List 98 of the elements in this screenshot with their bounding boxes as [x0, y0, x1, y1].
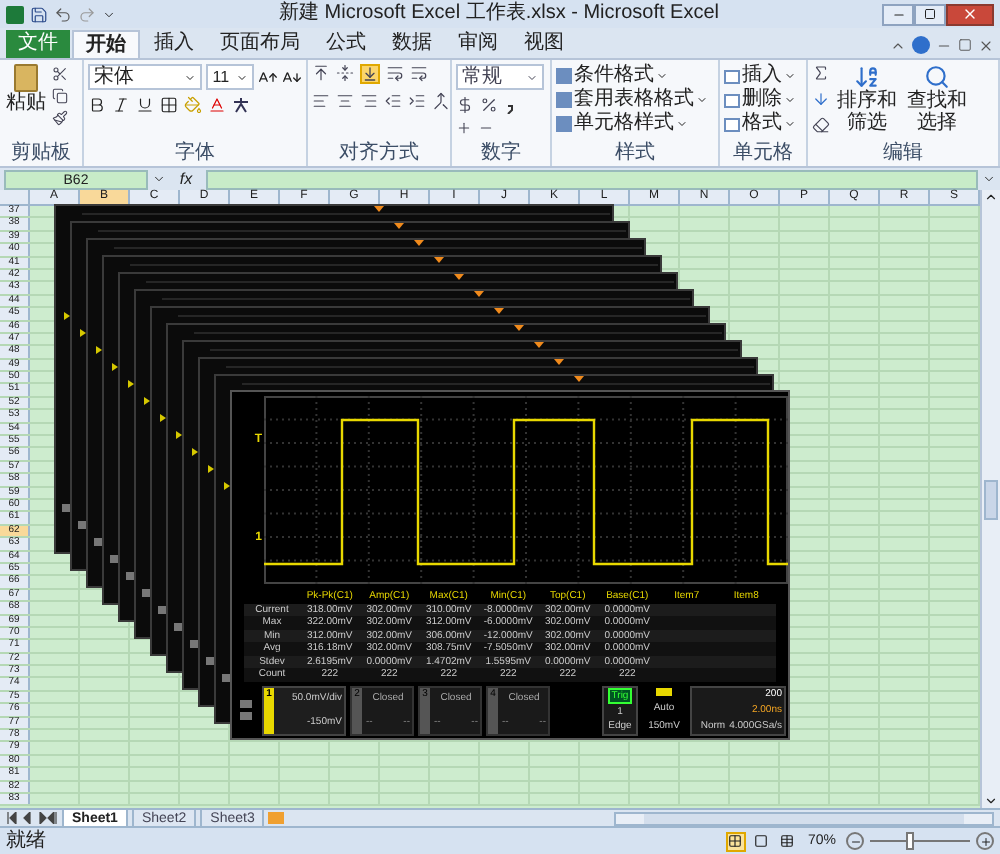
save-icon[interactable] [30, 5, 48, 23]
bold-icon[interactable] [88, 96, 106, 114]
styles-menu-button[interactable]: 条件格式 [556, 64, 708, 88]
scroll-thumb[interactable] [644, 813, 964, 823]
group-label: 剪贴板 [9, 142, 73, 166]
decrease-indent-icon[interactable] [384, 92, 402, 110]
sort-filter-button[interactable]: 排序和筛选 [834, 64, 900, 142]
view-button[interactable] [751, 831, 772, 851]
group-label: 数字 [479, 142, 523, 166]
increase-decimal-icon[interactable] [456, 120, 472, 136]
font-color-icon[interactable] [208, 96, 226, 114]
trigger-icon [656, 688, 672, 697]
align-right-icon[interactable] [360, 92, 378, 110]
grow-font-icon[interactable] [258, 67, 278, 87]
help-icon[interactable] [912, 36, 930, 54]
horizontal-scrollbar[interactable] [614, 811, 994, 825]
cell-icon [724, 93, 740, 107]
italic-icon[interactable] [112, 96, 130, 114]
name-box-dropdown-icon[interactable] [152, 172, 166, 186]
restore-icon[interactable] [958, 38, 972, 52]
zoom-slider[interactable] [870, 832, 970, 850]
close-icon[interactable] [978, 37, 994, 53]
undo-icon[interactable] [54, 5, 72, 23]
excel-logo-icon[interactable] [6, 5, 24, 23]
styles-menu-button[interactable]: 单元格样式 [556, 112, 708, 136]
cut-icon[interactable] [52, 66, 68, 82]
plus-icon [979, 835, 991, 847]
cell-icon [724, 69, 740, 83]
minus-icon [849, 835, 861, 847]
group-label: 单元格 [731, 142, 795, 166]
paste-button[interactable]: 粘贴 [4, 64, 48, 142]
clipboard-icon [14, 64, 38, 92]
currency-icon[interactable] [456, 96, 474, 114]
cells-menu-button[interactable]: 删除 [724, 88, 796, 112]
sort-icon [854, 64, 880, 90]
page-icon [754, 834, 769, 848]
top-align-icon[interactable] [312, 64, 330, 82]
find-select-button[interactable]: 查找和选择 [904, 64, 970, 142]
ribbon-tab[interactable]: 开始 [72, 30, 140, 58]
grid-icon [728, 834, 743, 848]
ribbon-tab[interactable]: 视图 [512, 30, 576, 58]
align-center-icon[interactable] [336, 92, 354, 110]
sheet-navigation-icons[interactable] [6, 812, 58, 824]
formula-input-field[interactable] [206, 169, 978, 189]
borders-icon[interactable] [160, 96, 178, 114]
zoom-slider-thumb[interactable] [906, 832, 914, 850]
table-icon [780, 834, 795, 848]
group-label: 样式 [613, 142, 657, 166]
format-painter-icon[interactable] [52, 110, 68, 126]
cells-menu-button[interactable]: 插入 [724, 64, 796, 88]
font-size-field[interactable]: 11 [206, 64, 254, 90]
vertical-scrollbar[interactable] [980, 190, 1000, 808]
window-title: 新建 Microsoft Excel 工作表.xlsx - Microsoft Excel [276, 2, 722, 26]
number-format-field[interactable]: 常规 [456, 64, 544, 90]
copy-icon[interactable] [52, 88, 68, 104]
cell-icon [724, 117, 740, 131]
view-button[interactable] [777, 831, 798, 851]
maximize-icon [924, 8, 936, 20]
group-label: 编辑 [881, 142, 925, 166]
search-icon [924, 64, 950, 90]
ribbon-tab[interactable]: 页面布局 [208, 30, 312, 58]
scroll-down-icon[interactable] [984, 794, 998, 808]
ribbon-tab[interactable]: 公式 [314, 30, 378, 58]
cells-menu-button[interactable]: 格式 [724, 112, 796, 136]
group-label: 字体 [173, 142, 217, 166]
percent-icon[interactable] [480, 96, 498, 114]
styles-menu-button[interactable]: 套用表格格式 [556, 88, 708, 112]
ribbon-tab[interactable]: 文件 [6, 30, 70, 58]
autosum-icon[interactable] [812, 64, 830, 82]
fill-icon[interactable] [812, 90, 830, 108]
middle-align-icon[interactable] [336, 64, 354, 82]
view-button[interactable] [725, 831, 746, 851]
caret-icon [656, 70, 668, 82]
fill-color-icon[interactable] [184, 96, 202, 114]
zoom-out-button[interactable] [846, 832, 864, 850]
customize-toolbar-icon[interactable] [102, 7, 116, 21]
merge-icon[interactable] [432, 92, 450, 110]
ribbon-tab[interactable]: 插入 [142, 30, 206, 58]
zoom-in-button[interactable] [976, 832, 994, 850]
close-button[interactable] [946, 3, 994, 25]
underline-icon[interactable] [136, 96, 154, 114]
scroll-up-icon[interactable] [984, 190, 998, 204]
status-text: 就绪 [6, 829, 46, 853]
increase-indent-icon[interactable] [408, 92, 426, 110]
wrap-text-icon[interactable] [410, 64, 428, 82]
close-icon [962, 6, 978, 22]
ribbon-tab[interactable]: 数据 [380, 30, 444, 58]
shrink-font-icon[interactable] [282, 67, 302, 87]
ribbon-tab[interactable]: 审阅 [446, 30, 510, 58]
expand-formula-bar-icon[interactable] [982, 172, 996, 186]
bottom-align-icon[interactable] [360, 64, 380, 84]
font-name-field[interactable]: 宋体 [88, 64, 203, 90]
scroll-thumb[interactable] [984, 479, 998, 519]
group-label: 对齐方式 [337, 142, 421, 166]
maximize-button[interactable] [914, 3, 946, 25]
function-button[interactable]: fx [170, 169, 202, 189]
align-left-icon[interactable] [312, 92, 330, 110]
clear-icon[interactable] [812, 116, 830, 134]
